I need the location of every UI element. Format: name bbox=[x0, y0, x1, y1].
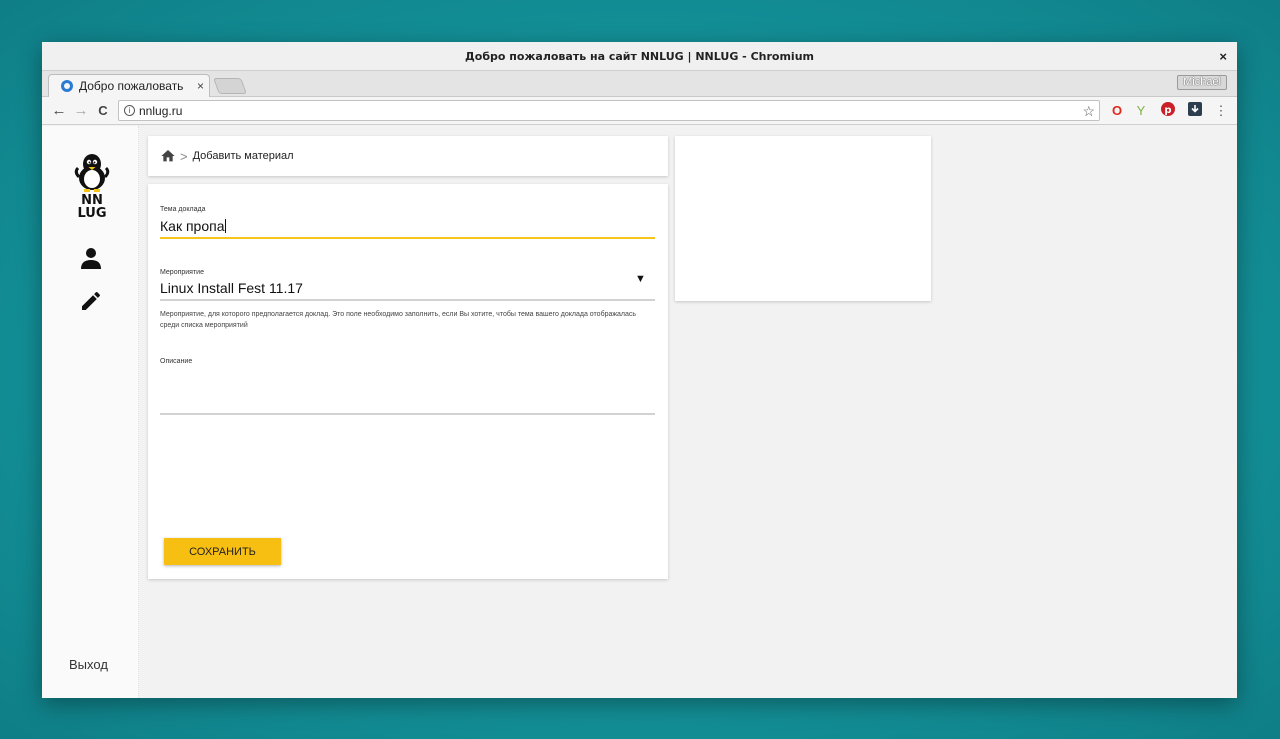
profile-button[interactable]: Michael bbox=[1177, 75, 1227, 90]
browser-menu-icon[interactable]: ⋮ bbox=[1212, 102, 1230, 120]
event-select[interactable]: Linux Install Fest 11.17 bbox=[160, 280, 303, 296]
topic-input[interactable]: Как пропа bbox=[160, 218, 227, 234]
title-bar: Добро пожаловать на сайт NNLUG | NNLUG -… bbox=[42, 42, 1237, 71]
window-close-icon[interactable]: × bbox=[1219, 49, 1227, 64]
svg-text:p: p bbox=[1164, 105, 1171, 116]
event-underline bbox=[160, 299, 655, 301]
breadcrumb: > Добавить материал bbox=[148, 136, 668, 176]
description-underline bbox=[160, 413, 655, 415]
back-button[interactable]: ← bbox=[48, 102, 70, 119]
favicon-icon bbox=[61, 80, 73, 92]
tab-label: Добро пожаловать bbox=[79, 79, 184, 93]
save-button[interactable]: СОХРАНИТЬ bbox=[164, 538, 281, 565]
browser-window: Добро пожаловать на сайт NNLUG | NNLUG -… bbox=[42, 42, 1237, 698]
event-label: Мероприятие bbox=[160, 269, 204, 276]
opera-extension-icon[interactable]: O bbox=[1108, 102, 1126, 120]
tab-strip: Добро пожаловать × Michael bbox=[42, 71, 1237, 97]
reload-button[interactable]: C bbox=[92, 103, 114, 118]
event-hint: Мероприятие, для которого предполагается… bbox=[160, 311, 637, 329]
topic-label: Тема доклада bbox=[160, 206, 206, 213]
window-title: Добро пожаловать на сайт NNLUG | NNLUG -… bbox=[465, 49, 814, 63]
forward-button[interactable]: → bbox=[70, 102, 92, 119]
user-icon[interactable] bbox=[79, 246, 103, 270]
chevron-right-icon: > bbox=[180, 148, 188, 164]
breadcrumb-current: Добавить материал bbox=[192, 150, 294, 162]
description-label: Описание bbox=[160, 358, 193, 365]
tab-nnlug[interactable]: Добро пожаловать × bbox=[48, 74, 210, 97]
add-material-form: Тема доклада Как пропа Мероприятие Linux… bbox=[148, 184, 668, 579]
tab-close-icon[interactable]: × bbox=[197, 79, 204, 93]
sidebar: NN LUG Выход bbox=[42, 126, 139, 698]
logout-link[interactable]: Выход bbox=[69, 657, 108, 672]
address-bar[interactable]: i nnlug.ru ☆ bbox=[118, 100, 1100, 121]
pinterest-extension-icon[interactable]: p bbox=[1159, 102, 1177, 120]
side-panel bbox=[675, 136, 931, 301]
bookmark-star-icon[interactable]: ☆ bbox=[1082, 103, 1095, 120]
text-caret bbox=[225, 219, 227, 233]
download-extension-icon[interactable] bbox=[1186, 102, 1204, 120]
logo-text-lug: LUG bbox=[77, 206, 106, 220]
sprout-extension-icon[interactable]: Y bbox=[1132, 102, 1150, 120]
topic-value: Как пропа bbox=[160, 218, 225, 234]
topic-underline bbox=[160, 237, 655, 239]
home-icon[interactable] bbox=[160, 148, 176, 164]
page-content: NN LUG Выход > Добавить материал Тема до… bbox=[42, 126, 1237, 698]
site-info-icon[interactable]: i bbox=[124, 105, 135, 116]
pencil-icon[interactable] bbox=[79, 289, 103, 313]
dropdown-arrow-icon[interactable]: ▼ bbox=[635, 273, 646, 285]
nnlug-logo-icon[interactable]: NN LUG bbox=[72, 150, 112, 220]
browser-toolbar: ← → C i nnlug.ru ☆ O Y p ⋮ bbox=[42, 97, 1237, 125]
new-tab-button[interactable] bbox=[213, 78, 247, 94]
url-text: nnlug.ru bbox=[139, 103, 183, 118]
